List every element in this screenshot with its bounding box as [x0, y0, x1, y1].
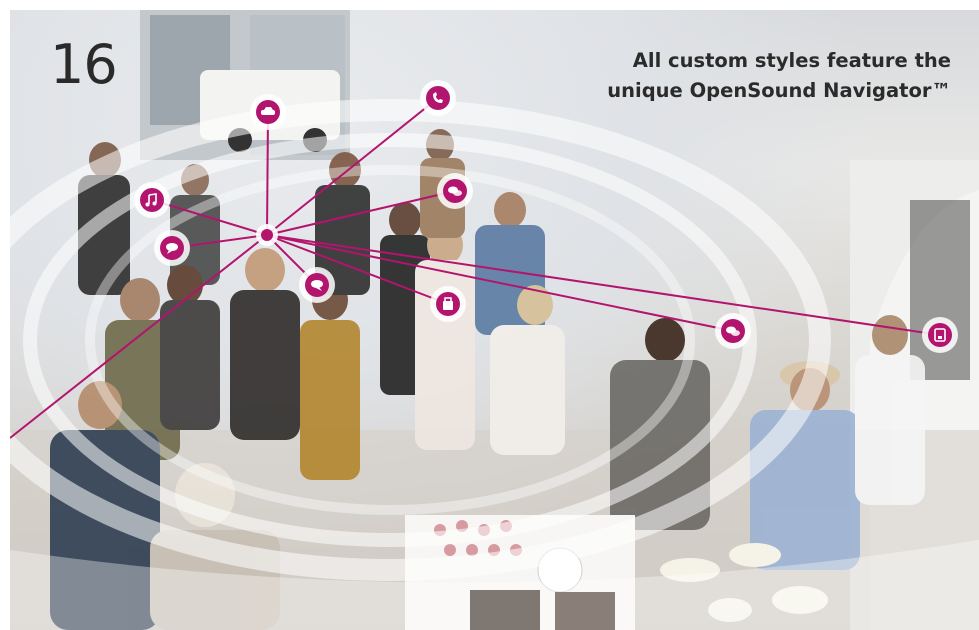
chat-icon: [299, 267, 335, 303]
chat-icon: [715, 313, 751, 349]
coffee-machine-icon: [922, 317, 958, 353]
car-icon: [250, 94, 286, 130]
shopping-bag-icon: [430, 286, 466, 322]
hero-photo: 16 All custom styles feature the unique …: [10, 10, 979, 630]
music-icon: [134, 182, 170, 218]
sound-source-network: [10, 80, 958, 439]
speech-icon: [154, 230, 190, 266]
hub-node: [256, 224, 278, 246]
conversation-icon: [437, 173, 473, 209]
phone-call-icon: [420, 80, 456, 116]
connection-lines: [10, 97, 941, 439]
